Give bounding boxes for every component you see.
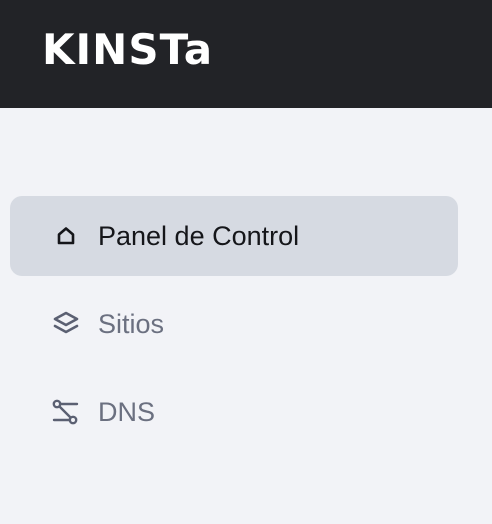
sidebar-item-label: Sitios (98, 309, 165, 339)
sidebar-item-dns[interactable]: DNS (10, 372, 458, 452)
home-icon (50, 220, 82, 252)
kinsta-logo[interactable]: KINSTa (42, 22, 213, 78)
sidebar-item-label: DNS (98, 397, 156, 427)
sidebar-item-sitios[interactable]: Sitios (10, 284, 458, 364)
sidebar-item-panel-de-control[interactable]: Panel de Control (10, 196, 458, 276)
layers-icon (50, 308, 82, 340)
sidebar-item-label: Panel de Control (98, 221, 300, 251)
dns-route-icon (50, 396, 82, 428)
top-bar: KINSTa (0, 0, 492, 108)
sidebar-nav: Panel de Control Sitios DNS (0, 108, 492, 524)
